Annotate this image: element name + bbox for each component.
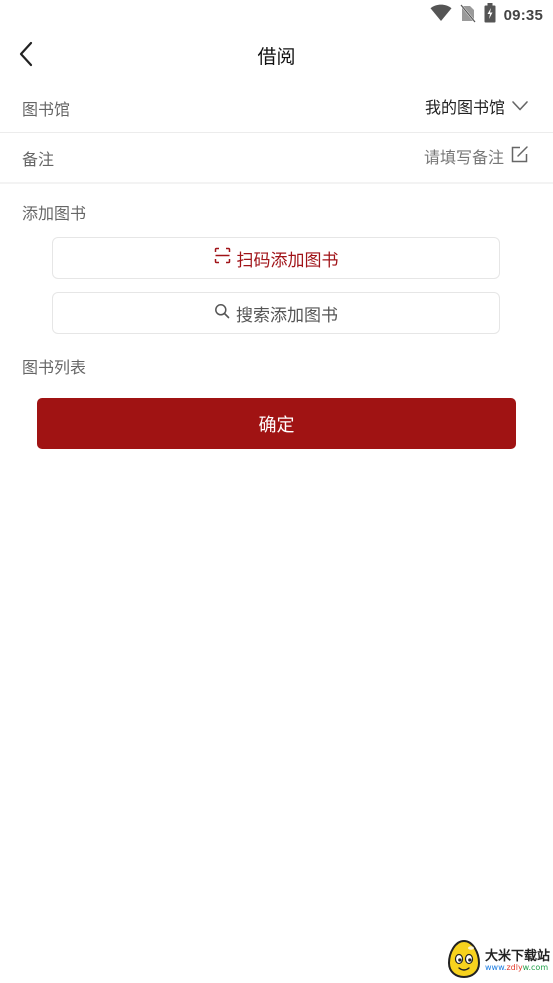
no-sim-icon [459,3,476,27]
page-title: 借阅 [257,46,296,68]
remark-placeholder: 请填写备注 [423,148,504,167]
book-list-label: 图书列表 [22,358,87,377]
watermark-text: 大米下载站 www.zdlyw.com [485,950,550,972]
watermark-cn: 大米下载站 [485,948,551,964]
wifi-icon [430,4,452,26]
battery-charging-icon [484,3,496,27]
search-icon [214,303,230,324]
library-row[interactable]: 图书馆 我的图书馆 [0,82,553,133]
library-value: 我的图书馆 [424,98,505,117]
search-add-book-label: 搜索添加图书 [236,305,338,326]
status-bar: 09:35 [0,0,553,30]
library-selector[interactable]: 我的图书馆 [425,94,529,118]
mascot-icon [447,939,481,983]
watermark-logo: 大米下载站 www.zdlyw.com [447,939,553,983]
remark-input[interactable]: 请填写备注 [424,144,529,168]
scan-add-book-button[interactable]: 扫码添加图书 [52,237,500,279]
confirm-button[interactable]: 确定 [37,398,516,449]
scan-add-book-label: 扫码添加图书 [236,250,339,271]
chevron-down-icon [511,97,529,116]
nav-bar: 借阅 [0,30,553,82]
add-books-label: 添加图书 [22,204,87,223]
scan-icon [214,247,231,269]
remark-row[interactable]: 备注 请填写备注 [0,132,553,183]
status-time: 09:35 [503,6,543,24]
section-divider [0,182,553,184]
remark-label: 备注 [22,150,55,169]
edit-icon [510,145,529,168]
status-icons: 09:35 [430,3,543,27]
search-add-book-button[interactable]: 搜索添加图书 [52,292,500,334]
watermark-url: www.zdlyw.com [485,962,549,972]
library-label: 图书馆 [22,100,71,119]
